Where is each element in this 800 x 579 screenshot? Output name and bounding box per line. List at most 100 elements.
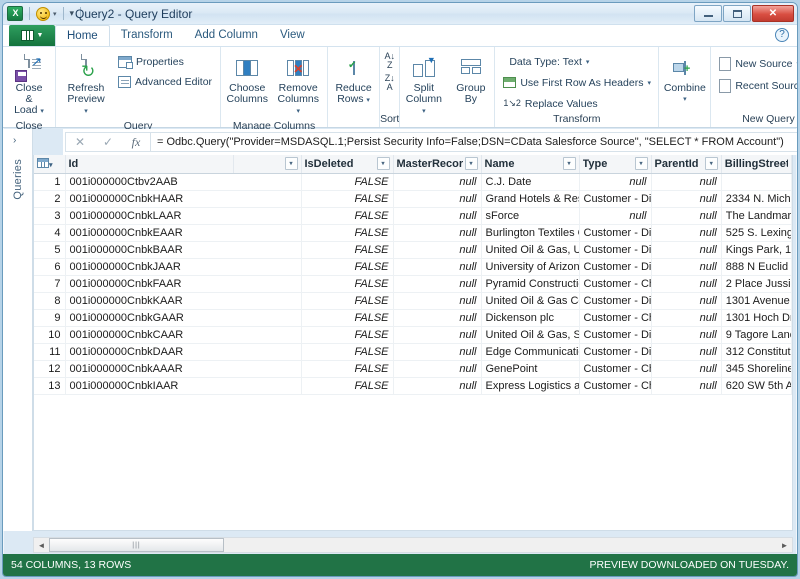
cell-parentid[interactable]: null [651, 241, 721, 258]
cell-billingstreet[interactable]: 9 Tagore Lane [721, 326, 791, 343]
cell-masterrecordid[interactable]: null [393, 292, 481, 309]
cell-isdeleted[interactable]: FALSE [301, 224, 393, 241]
cell-parentid[interactable]: null [651, 275, 721, 292]
cell-masterrecordid[interactable]: null [393, 326, 481, 343]
group-by-button[interactable]: Group By [449, 50, 493, 108]
table-row[interactable]: 11001i000000CnbkDAARFALSEnullEdge Commun… [34, 343, 792, 360]
cell-isdeleted[interactable]: FALSE [301, 241, 393, 258]
cell-masterrecordid[interactable]: null [393, 224, 481, 241]
cell-name[interactable]: Dickenson plc [481, 309, 579, 326]
scroll-left-icon[interactable]: ◄ [34, 541, 49, 550]
cell-type[interactable]: Customer - Direct [579, 258, 651, 275]
cell-type[interactable]: Customer - Direct [579, 343, 651, 360]
cell-id[interactable]: 001i000000CnbkAAAR [65, 360, 301, 377]
cell-parentid[interactable]: null [651, 377, 721, 394]
tab-transform[interactable]: Transform [110, 25, 184, 46]
cell-billingstreet[interactable]: 2334 N. Michigan Avenue, [721, 190, 791, 207]
cell-name[interactable]: C.J. Date [481, 173, 579, 190]
cell-parentid[interactable]: null [651, 173, 721, 190]
cell-id[interactable]: 001i000000CnbkJAAR [65, 258, 301, 275]
filter-icon[interactable]: ▾ [285, 157, 298, 170]
column-header-id[interactable]: Id [65, 155, 233, 173]
recent-sources-button[interactable]: Recent Sources ▾ [715, 76, 798, 95]
cell-masterrecordid[interactable]: null [393, 241, 481, 258]
cell-billingstreet[interactable]: 2 Place Jussieu [721, 275, 791, 292]
column-header-name[interactable]: Name▾ [481, 155, 579, 173]
cell-parentid[interactable]: null [651, 309, 721, 326]
sort-descending-button[interactable]: Z↓A [385, 74, 395, 92]
close-button[interactable]: ✕ [752, 5, 794, 22]
customize-qat-icon[interactable]: ▾ [70, 8, 75, 19]
new-source-button[interactable]: New Source ▾ [715, 54, 798, 73]
cell-isdeleted[interactable]: FALSE [301, 275, 393, 292]
scroll-right-icon[interactable]: ► [777, 541, 792, 550]
queries-pane-collapsed[interactable]: › Queries [3, 129, 33, 531]
data-type-button[interactable]: Data Type: Text ▾ [499, 52, 655, 71]
cell-masterrecordid[interactable]: null [393, 173, 481, 190]
cell-isdeleted[interactable]: FALSE [301, 190, 393, 207]
cell-masterrecordid[interactable]: null [393, 258, 481, 275]
cell-type[interactable]: null [579, 173, 651, 190]
table-menu-button[interactable]: ▾ [34, 155, 65, 173]
filter-icon[interactable]: ▾ [563, 157, 576, 170]
scrollbar-track[interactable]: ||| [49, 538, 777, 552]
table-row[interactable]: 7001i000000CnbkFAARFALSEnullPyramid Cons… [34, 275, 792, 292]
cell-type[interactable]: Customer - Direct [579, 224, 651, 241]
column-header-type[interactable]: Type▾ [579, 155, 651, 173]
refresh-preview-button[interactable]: ↻ Refresh Preview ▾ [60, 50, 112, 120]
data-grid[interactable]: ▾ Id ▾ IsDeleted▾ MasterRecordId▾ Name▾ … [33, 155, 793, 531]
table-row[interactable]: 12001i000000CnbkAAARFALSEnullGenePointCu… [34, 360, 792, 377]
table-row[interactable]: 5001i000000CnbkBAARFALSEnullUnited Oil &… [34, 241, 792, 258]
horizontal-scrollbar[interactable]: ◄ ||| ► [33, 537, 793, 553]
cell-masterrecordid[interactable]: null [393, 343, 481, 360]
cell-id[interactable]: 001i000000CnbkIAAR [65, 377, 301, 394]
accept-formula-button[interactable]: ✓ [94, 133, 122, 151]
cell-billingstreet[interactable]: 312 Constitution Place [721, 343, 791, 360]
scrollbar-thumb[interactable]: ||| [49, 538, 224, 552]
cell-id[interactable]: 001i000000CnbkCAAR [65, 326, 301, 343]
split-column-button[interactable]: ▼ Split Column ▾ [402, 50, 446, 120]
cell-id[interactable]: 001i000000CnbkKAAR [65, 292, 301, 309]
sort-ascending-button[interactable]: A↓Z [384, 52, 395, 70]
table-row[interactable]: 3001i000000CnbkLAARFALSEnullsForcenullnu… [34, 207, 792, 224]
cell-billingstreet[interactable]: 620 SW 5th Avenue Suite 4 [721, 377, 791, 394]
cell-name[interactable]: sForce [481, 207, 579, 224]
cell-parentid[interactable]: null [651, 343, 721, 360]
cell-name[interactable]: United Oil & Gas, UK [481, 241, 579, 258]
cell-name[interactable]: Edge Communications [481, 343, 579, 360]
cell-masterrecordid[interactable]: null [393, 190, 481, 207]
cell-type[interactable]: Customer - Direct [579, 241, 651, 258]
cell-type[interactable]: Customer - Channel [579, 360, 651, 377]
cell-type[interactable]: Customer - Channel [579, 275, 651, 292]
table-row[interactable]: 1001i000000Ctbv2AABFALSEnullC.J. Datenul… [34, 173, 792, 190]
cell-name[interactable]: Express Logistics and Transport [481, 377, 579, 394]
filter-icon[interactable]: ▾ [635, 157, 648, 170]
quick-access-toolbar[interactable]: X ▾ ▾ [3, 6, 84, 21]
cell-type[interactable]: Customer - Direct [579, 326, 651, 343]
column-filter-id[interactable]: ▾ [233, 155, 301, 173]
cell-isdeleted[interactable]: FALSE [301, 360, 393, 377]
file-menu-icon[interactable]: ▼ [9, 25, 55, 46]
cell-billingstreet[interactable]: 888 N Euclid [721, 258, 791, 275]
cell-isdeleted[interactable]: FALSE [301, 377, 393, 394]
cell-billingstreet[interactable]: 345 Shoreline Park [721, 360, 791, 377]
maximize-button[interactable] [723, 5, 751, 22]
table-row[interactable]: 9001i000000CnbkGAARFALSEnullDickenson pl… [34, 309, 792, 326]
cell-isdeleted[interactable]: FALSE [301, 309, 393, 326]
cell-parentid[interactable]: null [651, 258, 721, 275]
cell-id[interactable]: 001i000000CnbkDAAR [65, 343, 301, 360]
cell-id[interactable]: 001i000000CnbkEAAR [65, 224, 301, 241]
cell-billingstreet[interactable] [721, 173, 791, 190]
tab-home[interactable]: Home [55, 25, 110, 46]
column-header-isdeleted[interactable]: IsDeleted▾ [301, 155, 393, 173]
filter-icon[interactable]: ▾ [377, 157, 390, 170]
cell-isdeleted[interactable]: FALSE [301, 326, 393, 343]
cell-parentid[interactable]: null [651, 207, 721, 224]
cell-id[interactable]: 001i000000Ctbv2AAB [65, 173, 301, 190]
table-row[interactable]: 8001i000000CnbkKAARFALSEnullUnited Oil &… [34, 292, 792, 309]
cell-id[interactable]: 001i000000CnbkFAAR [65, 275, 301, 292]
column-header-masterrecordid[interactable]: MasterRecordId▾ [393, 155, 481, 173]
cell-billingstreet[interactable]: 1301 Avenue of the Ameri [721, 292, 791, 309]
filter-icon[interactable]: ▾ [705, 157, 718, 170]
cell-name[interactable]: Grand Hotels & Resorts Ltd [481, 190, 579, 207]
